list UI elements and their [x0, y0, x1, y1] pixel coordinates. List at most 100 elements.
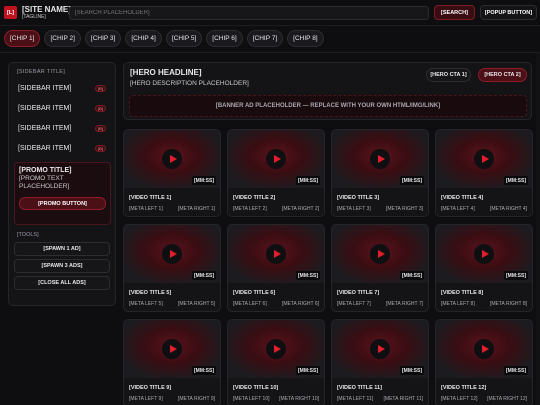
play-icon[interactable] — [474, 149, 494, 169]
chip-6[interactable]: [CHIP 6] — [206, 30, 243, 47]
video-thumbnail[interactable]: [MM:SS] — [124, 130, 220, 188]
play-triangle — [273, 250, 281, 258]
play-icon[interactable] — [474, 244, 494, 264]
hero-cta-1-button[interactable]: [HERO CTA 1] — [426, 68, 471, 82]
play-icon[interactable] — [370, 149, 390, 169]
banner-ad[interactable]: [BANNER AD PLACEHOLDER — REPLACE WITH YO… — [129, 95, 527, 117]
video-duration: [MM:SS] — [400, 176, 424, 185]
chip-7[interactable]: [CHIP 7] — [246, 30, 284, 47]
video-meta: [META LEFT 12] [META RIGHT 12] — [441, 396, 527, 402]
video-thumbnail[interactable]: [MM:SS] — [124, 320, 220, 378]
video-thumbnail[interactable]: [MM:SS] — [332, 225, 428, 283]
promo-button[interactable]: [PROMO BUTTON] — [19, 197, 106, 211]
video-thumbnail[interactable]: [MM:SS] — [332, 130, 428, 188]
play-icon[interactable] — [162, 149, 182, 169]
play-triangle — [481, 155, 489, 163]
hero-section: [HERO HEADLINE] [HERO DESCRIPTION PLACEH… — [123, 62, 532, 120]
video-card[interactable]: [MM:SS] [VIDEO TITLE 2] [META LEFT 2] [META… — [227, 129, 325, 217]
sidebar-item-label: [SIDEBAR ITEM] — [18, 104, 72, 112]
search-button[interactable]: [SEARCH] — [434, 5, 475, 20]
video-thumbnail[interactable]: [MM:SS] — [228, 130, 324, 188]
meta-right: [META RIGHT 1] — [177, 206, 215, 212]
video-title[interactable]: [VIDEO TITLE 10] — [233, 385, 278, 391]
play-icon[interactable] — [266, 149, 286, 169]
sidebar-title: [SIDEBAR TITLE] — [17, 69, 66, 75]
promo-text: [PROMO TEXT PLACEHOLDER] — [19, 175, 70, 191]
video-thumbnail[interactable]: [MM:SS] — [436, 130, 532, 188]
video-meta: [META LEFT 1] [META RIGHT 1] — [129, 206, 215, 212]
video-card[interactable]: [MM:SS] [VIDEO TITLE 10] [META LEFT 10] [ME… — [227, 319, 325, 405]
video-duration: [MM:SS] — [192, 176, 216, 185]
video-card[interactable]: [MM:SS] [VIDEO TITLE 7] [META LEFT 7] [META… — [331, 224, 429, 312]
chip-5[interactable]: [CHIP 5] — [165, 30, 203, 47]
video-title[interactable]: [VIDEO TITLE 11] — [337, 385, 382, 391]
play-icon[interactable] — [370, 339, 390, 359]
video-card[interactable]: [MM:SS] [VIDEO TITLE 11] [META LEFT 11] [ME… — [331, 319, 429, 405]
video-thumbnail[interactable]: [MM:SS] — [124, 225, 220, 283]
video-card[interactable]: [MM:SS] [VIDEO TITLE 4] [META LEFT 4] [META… — [435, 129, 533, 217]
video-title[interactable]: [VIDEO TITLE 7] — [337, 290, 379, 296]
video-title[interactable]: [VIDEO TITLE 6] — [233, 290, 275, 296]
page-scrollbar[interactable] — [536, 53, 540, 405]
video-meta: [META LEFT 5] [META RIGHT 5] — [129, 301, 215, 307]
video-title[interactable]: [VIDEO TITLE 12] — [441, 385, 486, 391]
meta-right: [META RIGHT 4] — [489, 206, 527, 212]
chip-1[interactable]: [CHIP 1] — [4, 30, 41, 47]
play-icon[interactable] — [266, 339, 286, 359]
hero-description: [HERO DESCRIPTION PLACEHOLDER] — [130, 80, 249, 87]
video-card[interactable]: [MM:SS] [VIDEO TITLE 3] [META LEFT 3] [META… — [331, 129, 429, 217]
meta-left: [META LEFT 5] — [129, 301, 163, 307]
sidebar-item-badge: [B] — [95, 124, 106, 132]
video-card[interactable]: [MM:SS] [VIDEO TITLE 9] [META LEFT 9] [META… — [123, 319, 221, 405]
chip-8[interactable]: [CHIP 8] — [287, 30, 324, 47]
video-title[interactable]: [VIDEO TITLE 4] — [441, 195, 483, 201]
video-thumbnail[interactable]: [MM:SS] — [332, 320, 428, 378]
play-triangle — [377, 250, 385, 258]
chip-3[interactable]: [CHIP 3] — [84, 30, 122, 47]
play-triangle — [273, 345, 281, 353]
play-icon[interactable] — [370, 244, 390, 264]
play-icon[interactable] — [162, 339, 182, 359]
popup-button[interactable]: [POPUP BUTTON] — [480, 5, 537, 20]
sidebar-item[interactable]: [SIDEBAR ITEM] [B] — [14, 78, 110, 98]
play-triangle — [273, 155, 281, 163]
video-title[interactable]: [VIDEO TITLE 5] — [129, 290, 171, 296]
meta-right: [META RIGHT 10] — [279, 396, 319, 402]
spawn-3-ads-button[interactable]: [SPAWN 3 ADS] — [14, 259, 110, 273]
brand[interactable]: [SITE NAME] [TAGLINE] — [22, 5, 71, 20]
video-title[interactable]: [VIDEO TITLE 9] — [129, 385, 171, 391]
sidebar-item[interactable]: [SIDEBAR ITEM] [B] — [14, 118, 110, 138]
search-input[interactable] — [69, 6, 429, 20]
video-title[interactable]: [VIDEO TITLE 1] — [129, 195, 171, 201]
video-card[interactable]: [MM:SS] [VIDEO TITLE 1] [META LEFT 1] [META… — [123, 129, 221, 217]
logo-mark[interactable]: [L] — [4, 6, 17, 19]
video-card[interactable]: [MM:SS] [VIDEO TITLE 8] [META LEFT 8] [META… — [435, 224, 533, 312]
sidebar-item[interactable]: [SIDEBAR ITEM] [B] — [14, 138, 110, 158]
play-triangle — [481, 250, 489, 258]
chip-2[interactable]: [CHIP 2] — [44, 30, 81, 47]
video-duration: [MM:SS] — [400, 366, 424, 375]
play-icon[interactable] — [474, 339, 494, 359]
sidebar-item[interactable]: [SIDEBAR ITEM] [B] — [14, 98, 110, 118]
hero-cta-2-button[interactable]: [HERO CTA 2] — [478, 68, 527, 82]
video-title[interactable]: [VIDEO TITLE 2] — [233, 195, 275, 201]
video-title[interactable]: [VIDEO TITLE 3] — [337, 195, 379, 201]
meta-right: [META RIGHT 5] — [177, 301, 215, 307]
video-card[interactable]: [MM:SS] [VIDEO TITLE 5] [META LEFT 5] [META… — [123, 224, 221, 312]
video-title[interactable]: [VIDEO TITLE 8] — [441, 290, 483, 296]
video-thumbnail[interactable]: [MM:SS] — [228, 225, 324, 283]
video-meta: [META LEFT 6] [META RIGHT 6] — [233, 301, 319, 307]
video-thumbnail[interactable]: [MM:SS] — [436, 225, 532, 283]
play-icon[interactable] — [162, 244, 182, 264]
meta-left: [META LEFT 8] — [441, 301, 475, 307]
video-card[interactable]: [MM:SS] [VIDEO TITLE 6] [META LEFT 6] [META… — [227, 224, 325, 312]
video-thumbnail[interactable]: [MM:SS] — [228, 320, 324, 378]
spawn-1-ad-button[interactable]: [SPAWN 1 AD] — [14, 242, 110, 256]
video-card[interactable]: [MM:SS] [VIDEO TITLE 12] [META LEFT 12] [ME… — [435, 319, 533, 405]
meta-left: [META LEFT 11] — [337, 396, 374, 402]
chip-4[interactable]: [CHIP 4] — [125, 30, 162, 47]
tagline: [TAGLINE] — [22, 13, 46, 20]
video-thumbnail[interactable]: [MM:SS] — [436, 320, 532, 378]
play-icon[interactable] — [266, 244, 286, 264]
close-all-ads-button[interactable]: [CLOSE ALL ADS] — [14, 276, 110, 290]
